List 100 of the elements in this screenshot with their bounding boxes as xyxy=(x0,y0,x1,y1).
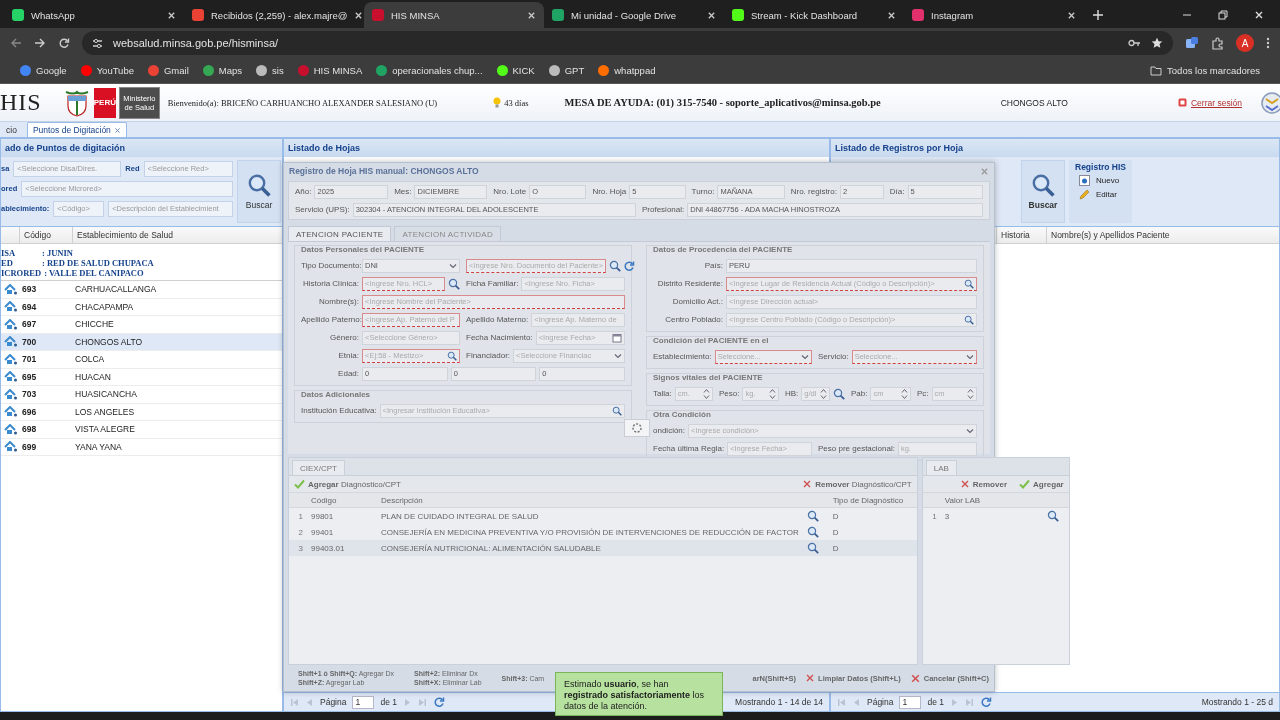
remove-diagnosis-button[interactable]: Remover Diagnóstico/CPT xyxy=(802,479,912,489)
forward-arrow-icon[interactable] xyxy=(34,37,46,49)
search-icon[interactable] xyxy=(448,277,460,290)
folder-icon[interactable] xyxy=(1150,65,1163,76)
calendar-icon[interactable] xyxy=(612,332,622,343)
table-row[interactable]: 698 VISTA ALEGRE xyxy=(1,421,282,439)
search-icon[interactable] xyxy=(612,405,622,416)
action-button[interactable]: Editar xyxy=(1075,189,1126,200)
table-row[interactable]: 2 99401 CONSEJERÍA EN MEDICINA PREVENTIVA Y/O PROVISIÓN DE INTERVENCIONES DE REDUCCIÓN DE FACTOR D xyxy=(289,524,917,540)
logout-icon[interactable] xyxy=(1177,98,1187,107)
table-row[interactable]: 699 YANA YANA xyxy=(1,438,282,456)
star-icon[interactable] xyxy=(1151,37,1163,49)
bookmark-link[interactable]: GPT xyxy=(548,65,585,76)
reload-icon[interactable] xyxy=(58,37,70,49)
column-header[interactable]: Código xyxy=(19,227,72,243)
table-row[interactable]: 695 HUACAN xyxy=(1,368,282,386)
extension-icon[interactable] xyxy=(1185,36,1199,50)
table-row[interactable]: 1 3 xyxy=(922,508,1069,524)
table-row[interactable]: 697 CHICCHE xyxy=(1,316,282,334)
profile-avatar[interactable]: A xyxy=(1236,34,1254,52)
back-arrow-icon[interactable] xyxy=(10,37,22,49)
column-header[interactable]: Descripción xyxy=(377,495,803,505)
spinner-arrows-icon[interactable] xyxy=(703,387,710,400)
bookmark-link[interactable]: operacionales chup... xyxy=(376,65,483,76)
menu-icon[interactable] xyxy=(1266,37,1270,49)
column-header[interactable]: Código xyxy=(307,495,377,505)
spinner-arrows-icon[interactable] xyxy=(769,387,776,400)
site-info-icon[interactable] xyxy=(92,37,103,49)
key-icon[interactable] xyxy=(1128,38,1141,48)
checkmark-icon[interactable] xyxy=(1019,479,1031,489)
table-row[interactable]: 696 LOS ANGELES xyxy=(1,403,282,421)
refresh-icon[interactable] xyxy=(980,696,992,708)
search-icon[interactable] xyxy=(447,350,457,361)
restore-icon[interactable] xyxy=(1218,10,1228,20)
close-icon[interactable] xyxy=(887,10,896,20)
bookmark-link[interactable]: Maps xyxy=(202,65,243,76)
browser-tab[interactable]: Recibidos (2,259) - alex.majre@ xyxy=(184,2,364,28)
browser-tab[interactable]: HIS MINSA xyxy=(364,2,544,28)
table-row[interactable]: 693 CARHUACALLANGA xyxy=(1,281,282,299)
browser-tab[interactable]: Stream - Kick Dashboard xyxy=(724,2,904,28)
add-button[interactable]: Agregar xyxy=(1019,479,1064,489)
spinner-arrows-icon[interactable] xyxy=(901,387,908,400)
search-button[interactable]: Buscar xyxy=(1021,160,1065,223)
search-icon[interactable] xyxy=(1031,173,1055,197)
browser-tab[interactable]: Mi unidad - Google Drive xyxy=(544,2,724,28)
bookmark-folder[interactable]: Todos los marcadores xyxy=(1150,65,1260,76)
action-button[interactable]: Nuevo xyxy=(1075,175,1126,186)
search-icon[interactable] xyxy=(806,526,819,538)
search-icon[interactable] xyxy=(964,278,974,289)
cancel-icon[interactable] xyxy=(909,672,921,684)
new-tab-icon[interactable] xyxy=(1092,9,1104,21)
search-icon[interactable] xyxy=(608,259,621,272)
column-header[interactable]: Nombre(s) y Apellidos Paciente xyxy=(1046,227,1174,243)
table-row[interactable]: 703 HUASICANCHA xyxy=(1,386,282,404)
search-icon[interactable] xyxy=(1046,510,1059,522)
remove-icon[interactable] xyxy=(959,479,970,489)
refresh-icon[interactable] xyxy=(433,696,445,708)
column-header[interactable]: Historia xyxy=(996,227,1046,243)
logout-link[interactable]: Cerrar sesión xyxy=(1177,97,1242,108)
search-button[interactable]: Buscar xyxy=(237,160,281,223)
clear-icon[interactable] xyxy=(805,673,816,683)
browser-tab[interactable]: Instagram xyxy=(904,2,1084,28)
browser-tab[interactable]: WhatsApp xyxy=(4,2,184,28)
new-document-icon[interactable] xyxy=(1079,175,1090,186)
column-header[interactable]: Tipo de Diagnóstico xyxy=(828,495,917,505)
search-icon[interactable] xyxy=(806,542,819,554)
spinner-arrows-icon[interactable] xyxy=(820,387,827,400)
table-row[interactable]: 1 99801 PLAN DE CUIDADO INTEGRAL DE SALUD D xyxy=(289,508,917,524)
search-icon[interactable] xyxy=(247,173,271,197)
table-row[interactable]: 694 CHACAPAMPA xyxy=(1,298,282,316)
add-diagnosis-button[interactable]: Agregar Diagnóstico/CPT xyxy=(294,479,401,489)
column-header[interactable]: Establecimiento de Salud xyxy=(72,227,177,243)
bookmark-link[interactable]: sis xyxy=(256,65,284,76)
refresh-icon[interactable] xyxy=(622,259,635,272)
bookmark-link[interactable]: HIS MINSA xyxy=(297,65,363,76)
table-row[interactable]: 701 COLCA xyxy=(1,351,282,369)
address-bar[interactable]: websalud.minsa.gob.pe/hisminsa/ xyxy=(82,31,1173,55)
table-row[interactable]: 3 99403.01 CONSEJERÍA NUTRICIONAL: ALIMENTACIÓN SALUDABLE D xyxy=(289,540,917,556)
search-icon[interactable] xyxy=(964,314,974,325)
bookmark-link[interactable]: Gmail xyxy=(148,65,189,76)
close-icon[interactable] xyxy=(354,10,364,20)
spinner-arrows-icon[interactable] xyxy=(967,387,974,400)
page-field[interactable]: 1 xyxy=(899,695,922,709)
form-tab[interactable]: ATENCION PACIENTE xyxy=(288,226,392,241)
close-icon[interactable] xyxy=(527,10,536,20)
close-icon[interactable] xyxy=(1067,10,1076,20)
checkmark-icon[interactable] xyxy=(294,479,305,489)
pencil-icon[interactable] xyxy=(1079,189,1090,200)
remove-button[interactable]: Remover xyxy=(959,479,1008,489)
close-icon[interactable] xyxy=(707,10,716,20)
remove-icon[interactable] xyxy=(802,479,813,489)
close-icon[interactable] xyxy=(167,10,176,20)
bookmark-link[interactable]: KICK xyxy=(496,65,535,76)
bookmark-link[interactable]: Google xyxy=(20,65,67,76)
bookmark-link[interactable]: whatppad xyxy=(598,65,656,76)
bookmark-link[interactable]: YouTube xyxy=(80,65,134,76)
page-field[interactable]: 1 xyxy=(352,695,375,709)
app-tab[interactable]: cio xyxy=(0,122,23,137)
search-icon[interactable] xyxy=(833,387,845,400)
search-icon[interactable] xyxy=(806,510,819,522)
